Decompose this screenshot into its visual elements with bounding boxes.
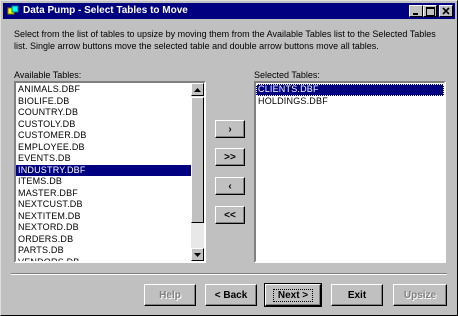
upsize-button[interactable]: Upsize xyxy=(393,284,447,306)
exit-button[interactable]: Exit xyxy=(331,284,383,306)
remove-all-button[interactable]: << xyxy=(215,206,245,224)
next-button[interactable]: Next > xyxy=(264,283,322,307)
minimize-button[interactable] xyxy=(409,5,423,17)
list-item[interactable]: NEXTCUST.DB xyxy=(16,199,191,211)
maximize-button[interactable] xyxy=(423,5,437,17)
upsize-label: Upsize xyxy=(403,289,437,301)
minimize-icon xyxy=(413,13,418,15)
list-item[interactable]: CUSTOMER.DB xyxy=(16,130,191,142)
help-button[interactable]: Help xyxy=(144,284,196,306)
next-label: Next > xyxy=(272,288,314,302)
available-tables-label: Available Tables: xyxy=(14,70,82,80)
list-item[interactable]: MASTER.DBF xyxy=(16,188,191,200)
arrow-up-icon xyxy=(194,87,201,92)
available-scrollbar[interactable] xyxy=(191,83,204,261)
app-icon xyxy=(7,5,19,15)
back-button[interactable]: < Back xyxy=(205,284,257,306)
maximize-icon xyxy=(425,6,435,16)
remove-all-label: << xyxy=(224,209,236,221)
available-items: ANIMALS.DBF BIOLIFE.DB COUNTRY.DB CUSTOLY.D… xyxy=(16,84,191,262)
list-item[interactable]: EVENTS.DB xyxy=(16,153,191,165)
title-bar[interactable]: Data Pump - Select Tables to Move xyxy=(3,3,455,19)
list-item[interactable]: PARTS.DB xyxy=(16,245,191,257)
remove-one-label: ‹ xyxy=(228,180,232,192)
list-item[interactable]: VENDORS.DB xyxy=(16,257,191,262)
remove-one-button[interactable]: ‹ xyxy=(215,177,245,195)
selected-items: CLIENTS.DBF HOLDINGS.DBF xyxy=(256,84,444,107)
list-item[interactable]: NEXTITEM.DB xyxy=(16,211,191,223)
arrow-down-icon xyxy=(194,252,201,257)
selected-tables-label: Selected Tables: xyxy=(254,70,320,80)
back-label: < Back xyxy=(214,289,248,301)
list-item[interactable]: EMPLOYEE.DB xyxy=(16,142,191,154)
list-item[interactable]: HOLDINGS.DBF xyxy=(256,96,444,108)
list-item[interactable]: BIOLIFE.DB xyxy=(16,96,191,108)
add-one-label: › xyxy=(228,123,232,135)
footer-separator xyxy=(11,273,447,275)
help-label: Help xyxy=(159,289,181,301)
selected-tables-list[interactable]: CLIENTS.DBF HOLDINGS.DBF xyxy=(254,81,446,263)
dialog-window: Data Pump - Select Tables to Move Select… xyxy=(0,0,458,316)
list-item[interactable]: CUSTOLY.DB xyxy=(16,119,191,131)
scroll-up-button[interactable] xyxy=(191,83,204,96)
add-all-label: >> xyxy=(224,151,236,163)
list-item[interactable]: ITEMS.DB xyxy=(16,176,191,188)
exit-label: Exit xyxy=(347,289,367,301)
list-item[interactable]: ANIMALS.DBF xyxy=(16,84,191,96)
instructions-text: Select from the list of tables to upsize… xyxy=(14,29,436,51)
scroll-thumb[interactable] xyxy=(191,97,204,223)
window-title: Data Pump - Select Tables to Move xyxy=(23,5,188,16)
scroll-down-button[interactable] xyxy=(191,248,204,261)
add-all-button[interactable]: >> xyxy=(215,148,245,166)
list-item[interactable]: NEXTORD.DB xyxy=(16,222,191,234)
list-item[interactable]: COUNTRY.DB xyxy=(16,107,191,119)
list-item[interactable]: INDUSTRY.DBF xyxy=(16,164,191,176)
close-icon xyxy=(442,7,450,15)
add-one-button[interactable]: › xyxy=(215,120,245,138)
available-tables-list[interactable]: ANIMALS.DBF BIOLIFE.DB COUNTRY.DB CUSTOLY.D… xyxy=(14,81,206,263)
list-item[interactable]: ORDERS.DB xyxy=(16,234,191,246)
close-button[interactable] xyxy=(439,5,453,17)
list-item[interactable]: CLIENTS.DBF xyxy=(256,84,444,96)
